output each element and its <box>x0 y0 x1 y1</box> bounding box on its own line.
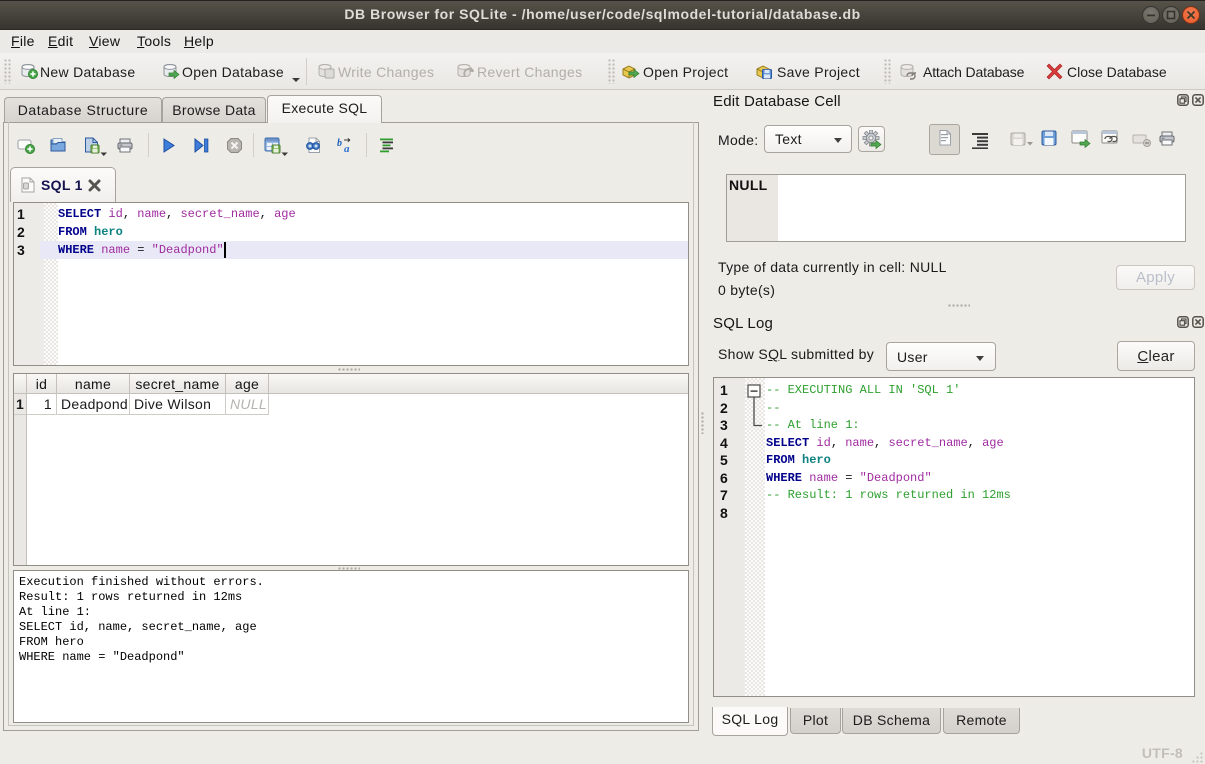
svg-text:a: a <box>344 143 350 154</box>
svg-text:b: b <box>337 138 342 149</box>
